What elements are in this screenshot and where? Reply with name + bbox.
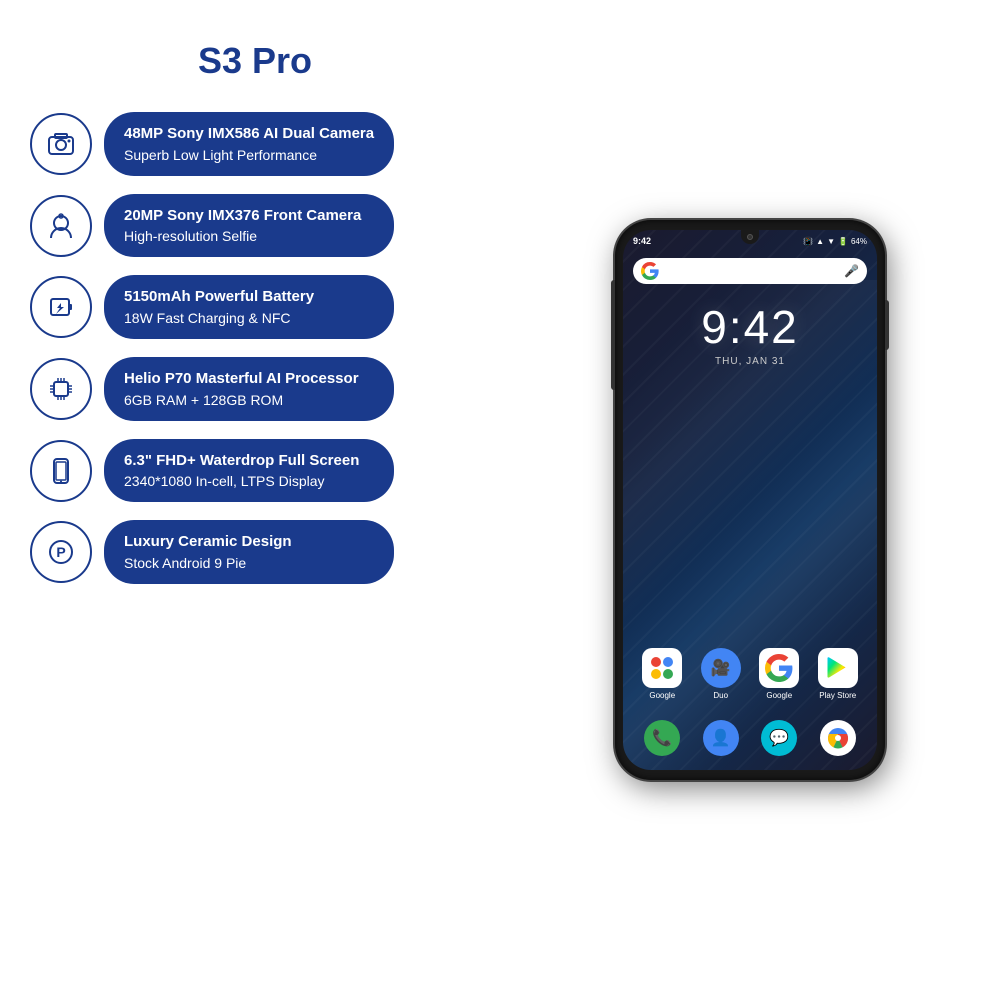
app-google-apps[interactable]: Google xyxy=(642,648,682,700)
status-time: 9:42 xyxy=(633,236,651,246)
phone-call-icon: 📞 xyxy=(652,728,672,748)
search-bar[interactable]: 🎤 xyxy=(633,258,867,284)
left-panel: S3 Pro 48MP Sony IMX586 AI Dual Camera S… xyxy=(0,0,500,1000)
playstore-icon[interactable] xyxy=(818,648,858,688)
app-label-playstore: Play Store xyxy=(819,691,856,700)
app-label-google: Google xyxy=(649,691,675,700)
feature-bubble-camera: 48MP Sony IMX586 AI Dual Camera Superb L… xyxy=(104,112,394,176)
feature-icon-battery xyxy=(30,276,92,338)
feature-line1-camera: 48MP Sony IMX586 AI Dual Camera xyxy=(124,124,374,144)
signal-icon: ▼ xyxy=(827,237,835,246)
dock-chrome[interactable] xyxy=(820,720,856,756)
feature-line1-battery: 5150mAh Powerful Battery xyxy=(124,287,374,307)
dock-row: 📞 👤 💬 xyxy=(623,720,877,756)
front-camera xyxy=(747,234,753,240)
wifi-icon: ▲ xyxy=(816,237,824,246)
google-apps-icon[interactable] xyxy=(642,648,682,688)
dock-phone[interactable]: 📞 xyxy=(644,720,680,756)
status-icons: 📳 ▲ ▼ 🔋 64% xyxy=(803,237,867,246)
feature-line2-camera: Superb Low Light Performance xyxy=(124,146,374,164)
messages-icon: 💬 xyxy=(769,728,789,748)
app-google[interactable]: Google xyxy=(759,648,799,700)
battery-percent: 64% xyxy=(851,237,867,246)
phone-screen: 9:42 📳 ▲ ▼ 🔋 64% 🎤 xyxy=(623,230,877,770)
google-svg xyxy=(765,654,793,682)
clock-date: THU, JAN 31 xyxy=(623,356,877,367)
dock-contacts[interactable]: 👤 xyxy=(703,720,739,756)
phone-device: 9:42 📳 ▲ ▼ 🔋 64% 🎤 xyxy=(615,220,885,780)
contacts-icon: 👤 xyxy=(711,728,731,748)
clock-time: 9:42 xyxy=(623,300,877,354)
feature-icon-camera xyxy=(30,113,92,175)
feature-line2-selfie: High-resolution Selfie xyxy=(124,227,374,245)
google-logo xyxy=(641,262,659,280)
feature-line1-android: Luxury Ceramic Design xyxy=(124,532,374,552)
feature-line1-display: 6.3" FHD+ Waterdrop Full Screen xyxy=(124,451,374,471)
feature-icon-android: P xyxy=(30,521,92,583)
battery-icon: 🔋 xyxy=(838,237,848,246)
right-panel: 9:42 📳 ▲ ▼ 🔋 64% 🎤 xyxy=(500,0,1000,1000)
feature-bubble-android: Luxury Ceramic Design Stock Android 9 Pi… xyxy=(104,520,394,584)
vibrate-icon: 📳 xyxy=(803,237,813,246)
feature-item-battery: 5150mAh Powerful Battery 18W Fast Chargi… xyxy=(30,275,394,339)
feature-icon-selfie xyxy=(30,195,92,257)
app-row: Google 🎥 Duo xyxy=(623,648,877,700)
feature-bubble-processor: Helio P70 Masterful AI Processor 6GB RAM… xyxy=(104,357,394,421)
product-title: S3 Pro xyxy=(30,40,480,82)
chrome-svg xyxy=(826,726,850,750)
app-label-google2: Google xyxy=(766,691,792,700)
feature-icon-processor xyxy=(30,358,92,420)
clock-area: 9:42 THU, JAN 31 xyxy=(623,300,877,367)
feature-bubble-battery: 5150mAh Powerful Battery 18W Fast Chargi… xyxy=(104,275,394,339)
feature-line1-selfie: 20MP Sony IMX376 Front Camera xyxy=(124,206,374,226)
dock-messages[interactable]: 💬 xyxy=(761,720,797,756)
features-list: 48MP Sony IMX586 AI Dual Camera Superb L… xyxy=(30,112,394,602)
feature-item-processor: Helio P70 Masterful AI Processor 6GB RAM… xyxy=(30,357,394,421)
feature-line1-processor: Helio P70 Masterful AI Processor xyxy=(124,369,374,389)
svg-text:P: P xyxy=(56,544,65,560)
google-apps-svg xyxy=(646,652,678,684)
duo-symbol: 🎥 xyxy=(711,658,731,678)
google-icon[interactable] xyxy=(759,648,799,688)
feature-bubble-display: 6.3" FHD+ Waterdrop Full Screen 2340*108… xyxy=(104,439,394,503)
app-label-duo: Duo xyxy=(713,691,728,700)
app-duo[interactable]: 🎥 Duo xyxy=(701,648,741,700)
feature-line2-display: 2340*1080 In-cell, LTPS Display xyxy=(124,472,374,490)
feature-line2-battery: 18W Fast Charging & NFC xyxy=(124,309,374,327)
feature-item-display: 6.3" FHD+ Waterdrop Full Screen 2340*108… xyxy=(30,439,394,503)
feature-line2-processor: 6GB RAM + 128GB ROM xyxy=(124,391,374,409)
app-playstore[interactable]: Play Store xyxy=(818,648,858,700)
mic-icon[interactable]: 🎤 xyxy=(844,264,859,278)
feature-bubble-selfie: 20MP Sony IMX376 Front Camera High-resol… xyxy=(104,194,394,258)
feature-icon-display xyxy=(30,440,92,502)
feature-line2-android: Stock Android 9 Pie xyxy=(124,554,374,572)
feature-item-selfie: 20MP Sony IMX376 Front Camera High-resol… xyxy=(30,194,394,258)
playstore-svg xyxy=(824,654,852,682)
duo-icon[interactable]: 🎥 xyxy=(701,648,741,688)
feature-item-camera: 48MP Sony IMX586 AI Dual Camera Superb L… xyxy=(30,112,394,176)
feature-item-android: P Luxury Ceramic Design Stock Android 9 … xyxy=(30,520,394,584)
